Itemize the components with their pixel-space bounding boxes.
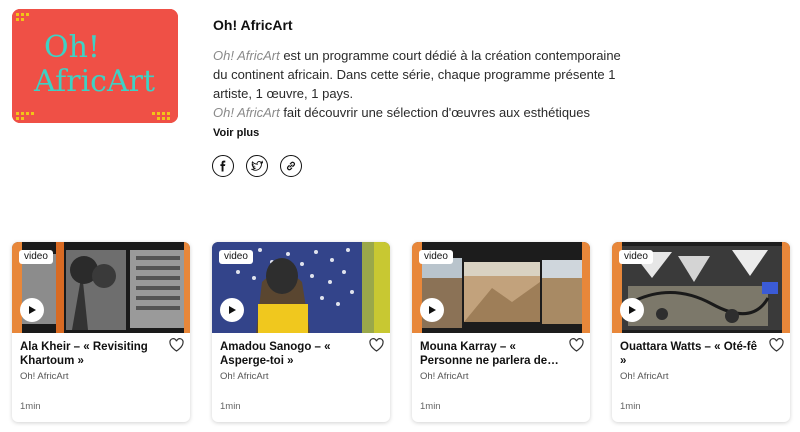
play-button[interactable] — [620, 298, 644, 322]
voir-plus-link[interactable]: Voir plus — [213, 127, 259, 139]
card-title[interactable]: Ala Kheir – « Revisiting Khartoum » — [20, 340, 160, 368]
heart-icon — [169, 338, 184, 352]
favorite-button[interactable] — [569, 338, 584, 357]
card-duration: 1min — [20, 401, 41, 412]
video-badge: video — [219, 250, 253, 264]
card-subtitle: Oh! AfricArt — [620, 371, 669, 382]
heart-icon — [769, 338, 784, 352]
video-card[interactable]: video Ala Kheir – « Revisiting Khartoum … — [12, 242, 190, 422]
desc-program-name: Oh! AfricArt — [213, 48, 280, 63]
favorite-button[interactable] — [769, 338, 784, 357]
facebook-share-button[interactable] — [212, 155, 234, 177]
desc-program-name-2: Oh! AfricArt — [213, 105, 280, 120]
card-duration: 1min — [420, 401, 441, 412]
card-title[interactable]: Ouattara Watts – « Oté-fê » — [620, 340, 760, 368]
heart-icon — [569, 338, 584, 352]
svg-text:AfricArt: AfricArt — [33, 64, 155, 99]
play-button[interactable] — [420, 298, 444, 322]
video-badge: video — [619, 250, 653, 264]
link-share-button[interactable] — [280, 155, 302, 177]
play-icon — [429, 306, 436, 314]
favorite-button[interactable] — [369, 338, 384, 357]
play-button[interactable] — [20, 298, 44, 322]
heart-icon — [369, 338, 384, 352]
video-card[interactable]: video Amadou Sanogo – « Asperge-toi » Oh… — [212, 242, 390, 422]
play-button[interactable] — [220, 298, 244, 322]
program-title: Oh! AfricArt — [213, 17, 293, 33]
twitter-icon — [251, 160, 263, 171]
program-description: Oh! AfricArt est un programme court dédi… — [213, 46, 633, 122]
facebook-icon — [220, 160, 226, 172]
card-subtitle: Oh! AfricArt — [420, 371, 469, 382]
share-row — [212, 155, 302, 177]
card-title[interactable]: Amadou Sanogo – « Asperge-toi » — [220, 340, 360, 368]
play-icon — [29, 306, 36, 314]
card-subtitle: Oh! AfricArt — [20, 371, 69, 382]
video-card[interactable]: video Mouna Karray – « Personne ne parle… — [412, 242, 590, 422]
program-logo: Oh! AfricArt — [12, 9, 178, 123]
favorite-button[interactable] — [169, 338, 184, 357]
card-duration: 1min — [220, 401, 241, 412]
video-badge: video — [19, 250, 53, 264]
card-duration: 1min — [620, 401, 641, 412]
play-icon — [229, 306, 236, 314]
svg-text:Oh!: Oh! — [44, 30, 100, 65]
twitter-share-button[interactable] — [246, 155, 268, 177]
card-title[interactable]: Mouna Karray – « Personne ne parlera de… — [420, 340, 560, 368]
video-card[interactable]: video Ouattara Watts – « Oté-fê » Oh! Af… — [612, 242, 790, 422]
desc-text-2: fait découvrir une sélection d'œuvres au… — [279, 105, 591, 120]
card-subtitle: Oh! AfricArt — [220, 371, 269, 382]
video-card-list: video Ala Kheir – « Revisiting Khartoum … — [12, 242, 790, 422]
link-icon — [287, 161, 295, 171]
play-icon — [629, 306, 636, 314]
video-badge: video — [419, 250, 453, 264]
